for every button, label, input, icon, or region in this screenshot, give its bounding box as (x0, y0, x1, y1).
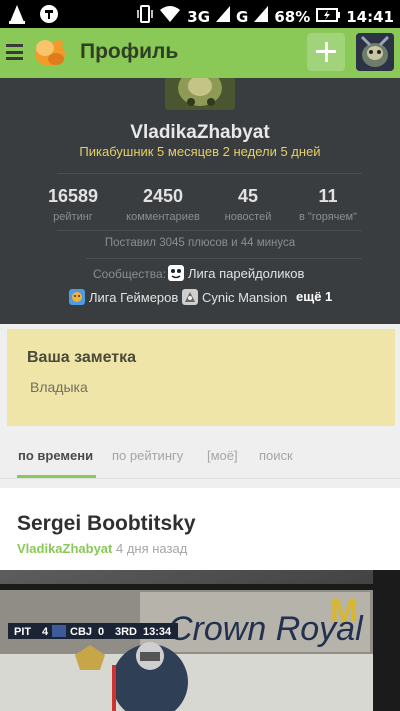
stat-value: 2450 (142, 186, 184, 206)
community-link-pareidolia[interactable]: Лига парейдоликов (168, 265, 304, 281)
profile-username: VladikaZhabyat (130, 122, 270, 143)
divider (57, 173, 362, 174)
community-name: Cynic Mansion (202, 289, 288, 305)
votes-summary: Поставил 3045 плюсов и 44 минуса (104, 237, 296, 249)
post-date: 4 дня назад (116, 541, 188, 556)
battery-icon (316, 7, 341, 27)
scoreboard-team1: PIT (14, 626, 31, 638)
stat-value: 16589 (47, 186, 99, 206)
battery-level: 68% (274, 7, 311, 26)
stat-label: в "горячем" (299, 211, 357, 223)
carrier-marker: G (236, 7, 249, 26)
stat-rating: 16589 рейтинг (38, 186, 108, 223)
signal-icon-2 (254, 5, 269, 28)
clock: 14:41 (346, 7, 394, 26)
profile-stats: 16589 рейтинг 2450 комментариев 45 новос… (38, 186, 368, 223)
stat-label: комментариев (126, 211, 200, 223)
member-since: Пикабушник 5 месяцев 2 недели 5 дней (79, 144, 321, 159)
stat-value: 45 (237, 186, 259, 206)
tab-mine[interactable]: [моё] (207, 448, 238, 463)
user-avatar[interactable] (356, 33, 394, 71)
more-communities-link[interactable]: ещё 1 (296, 289, 332, 304)
stat-value: 11 (318, 186, 338, 206)
hamburger-menu-icon[interactable] (6, 44, 23, 60)
divider (57, 230, 362, 231)
community-name: Лига Геймеров (89, 289, 179, 305)
user-note[interactable]: Ваша заметка Владыка (7, 329, 395, 426)
scoreboard-score2: 0 (98, 626, 104, 638)
svg-text:M: M (330, 592, 358, 630)
vlc-icon (6, 3, 28, 25)
post-card: Sergei Boobtitsky VladikaZhabyat 4 дня н… (0, 488, 400, 711)
pareidolia-community-icon (168, 265, 184, 281)
cynic-mansion-community-icon (182, 289, 198, 305)
community-link-cynic-mansion[interactable]: Cynic Mansion (182, 289, 287, 305)
add-post-button[interactable] (307, 33, 345, 71)
scoreboard-clock: 13:34 (143, 626, 172, 638)
app-bar: Профиль (0, 28, 400, 78)
tab-by-rating[interactable]: по рейтингу (112, 448, 183, 463)
post-author[interactable]: VladikaZhabyat (17, 541, 112, 556)
network-type: 3G (187, 7, 211, 26)
wifi-icon (159, 5, 181, 28)
note-title: Ваша заметка (27, 349, 137, 366)
scoreboard-team2: CBJ (70, 626, 92, 638)
stat-news[interactable]: 45 новостей (218, 186, 278, 223)
status-bar: 3G G 68% 14:41 (0, 0, 400, 28)
tab-search[interactable]: поиск (259, 448, 293, 463)
stat-label: рейтинг (53, 211, 93, 223)
stat-label: новостей (224, 211, 272, 223)
sort-tabs: по времени по рейтингу [моё] поиск (0, 448, 400, 478)
note-text: Владыка (30, 379, 88, 395)
torrent-icon (38, 3, 60, 25)
communities-label: Сообщества: (93, 267, 167, 281)
signal-icon (216, 5, 231, 28)
gamers-community-icon (69, 289, 85, 305)
pikabu-logo-icon (32, 34, 68, 70)
scoreboard-period: 3RD (115, 626, 137, 638)
divider (0, 478, 400, 479)
profile-avatar (165, 78, 235, 110)
post-title[interactable]: Sergei Boobtitsky (17, 512, 196, 536)
community-link-gamers[interactable]: Лига Геймеров (69, 289, 178, 305)
post-image[interactable]: Crown Royal M PIT 4 CBJ 0 3RD 13:34 (0, 570, 400, 711)
community-name: Лига парейдоликов (188, 265, 305, 281)
stat-hot[interactable]: 11 в "горячем" (288, 186, 368, 223)
profile-card: VladikaZhabyat Пикабушник 5 месяцев 2 не… (0, 78, 400, 324)
vibrate-icon (137, 4, 154, 29)
stat-comments[interactable]: 2450 комментариев (118, 186, 208, 223)
tab-by-time[interactable]: по времени (18, 448, 93, 463)
scoreboard-score1: 4 (42, 626, 49, 638)
page-title: Профиль (80, 40, 179, 63)
divider (86, 258, 362, 259)
